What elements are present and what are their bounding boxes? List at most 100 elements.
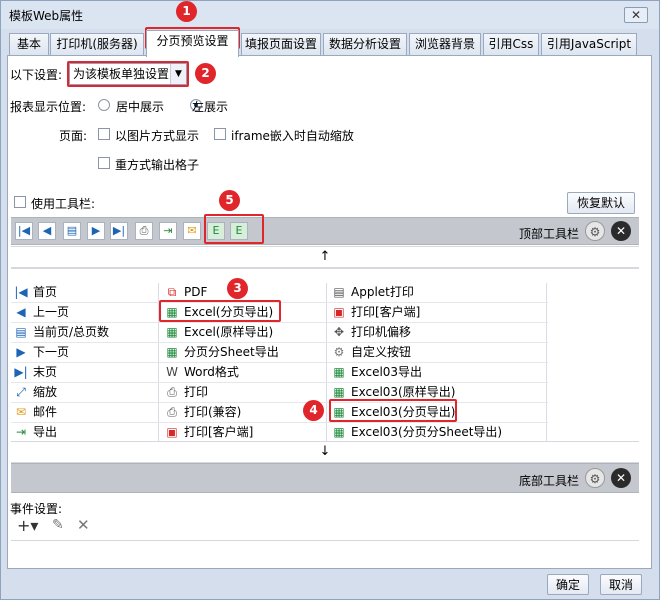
image-mode-label: 以图片方式显示: [115, 129, 200, 143]
first-page-icon: |◀: [14, 285, 28, 299]
list-item[interactable]: ▦ Excel03导出: [331, 362, 422, 382]
annotation-badge-4: 4: [303, 400, 324, 421]
page-count-icon[interactable]: ▤: [63, 222, 81, 240]
radio-center[interactable]: [98, 99, 110, 111]
excel-icon: ▦: [333, 365, 345, 379]
excel-icon: ▦: [333, 425, 345, 439]
restore-default-button[interactable]: 恢复默认: [567, 192, 635, 214]
list-item[interactable]: ▦ 分页分Sheet导出: [164, 342, 278, 362]
list-item[interactable]: ⤢ 缩放: [13, 382, 57, 402]
page-label: 页面:: [59, 129, 88, 143]
gear-icon: ⚙: [333, 345, 345, 359]
list-item[interactable]: ▦ Excel(原样导出): [164, 322, 273, 342]
cancel-button[interactable]: 取消: [600, 574, 642, 595]
last-page-icon: ▶|: [14, 365, 28, 379]
dialog-window: 模板Web属性 ✕ 基本 打印机(服务器) 分页预览设置 填报页面设置 数据分析…: [0, 0, 660, 600]
prev-page-icon[interactable]: ◀: [38, 222, 56, 240]
list-item[interactable]: |◀ 首页: [13, 282, 57, 302]
client-print-icon: ▣: [333, 305, 345, 319]
list-item[interactable]: ▦ Excel03(分页分Sheet导出): [331, 422, 502, 442]
repeat-output-label: 重方式输出格子: [115, 158, 200, 172]
mail-icon: ✉: [15, 405, 27, 419]
use-toolbar-label: 使用工具栏:: [31, 197, 96, 211]
client-print-icon: ▣: [166, 425, 178, 439]
list-item[interactable]: ✉ 邮件: [13, 402, 57, 422]
annotation-badge-1: 1: [176, 1, 197, 22]
title-bar: 模板Web属性 ✕: [1, 1, 659, 29]
print-icon[interactable]: ⎙: [135, 222, 153, 240]
top-toolbar-label: 顶部工具栏: [519, 227, 580, 241]
list-item[interactable]: ⇥ 导出: [13, 422, 57, 442]
list-item[interactable]: ⚙ 自定义按钮: [331, 342, 411, 362]
annotation-box-4: [329, 399, 457, 422]
list-item[interactable]: ▤ 当前页/总页数: [13, 322, 109, 342]
zoom-icon: ⤢: [16, 385, 26, 399]
position-label: 报表显示位置:: [10, 100, 87, 114]
annotation-box-3: [159, 300, 281, 322]
move-up-arrow[interactable]: ↑: [11, 246, 639, 268]
use-toolbar-checkbox[interactable]: [14, 196, 26, 208]
list-item[interactable]: ⧉ PDF: [164, 282, 208, 302]
settings-label: 以下设置:: [10, 68, 63, 82]
bottom-toolbar-bar: 底部工具栏 ⚙ ✕: [11, 463, 639, 493]
repeat-output-checkbox[interactable]: [98, 157, 110, 169]
excel-icon: ▦: [166, 325, 178, 339]
move-down-arrow[interactable]: ↓: [11, 441, 639, 463]
bottom-toolbar-label: 底部工具栏: [519, 474, 580, 488]
applet-print-icon: ▤: [333, 285, 345, 299]
list-item[interactable]: ▣ 打印[客户端]: [164, 422, 253, 442]
list-item[interactable]: W Word格式: [164, 362, 239, 382]
annotation-badge-3: 3: [227, 278, 248, 299]
export-icon: ⇥: [15, 425, 27, 439]
ok-button[interactable]: 确定: [547, 574, 589, 595]
annotation-badge-2: 2: [195, 63, 216, 84]
print-icon: ⎙: [167, 405, 177, 419]
radio-left-label: 左展示: [192, 100, 229, 114]
list-item[interactable]: ⎙ 打印(兼容): [164, 402, 241, 422]
events-label: 事件设置:: [10, 502, 63, 516]
list-item[interactable]: ▶ 下一页: [13, 342, 69, 362]
pdf-icon: ⧉: [167, 285, 177, 299]
gear-icon[interactable]: ⚙: [585, 468, 605, 488]
last-page-icon[interactable]: ▶|: [110, 222, 128, 240]
list-item[interactable]: ✥ 打印机偏移: [331, 322, 411, 342]
tab-javascript[interactable]: 引用JavaScript: [541, 33, 637, 55]
list-item[interactable]: ▤ Applet打印: [331, 282, 414, 302]
print-icon: ⎙: [167, 385, 177, 399]
top-toolbar-bar: |◀ ◀ ▤ ▶ ▶| ⎙ ⇥ ✉ E E 顶部工具栏 ⚙ ✕: [11, 217, 639, 245]
next-page-icon[interactable]: ▶: [87, 222, 105, 240]
next-page-icon: ▶: [16, 345, 26, 359]
tab-browser-bg[interactable]: 浏览器背景: [409, 33, 481, 55]
gear-icon[interactable]: ⚙: [585, 221, 605, 241]
list-item[interactable]: ◀ 上一页: [13, 302, 69, 322]
tab-fill-page[interactable]: 填报页面设置: [241, 33, 321, 55]
prev-page-icon: ◀: [16, 305, 26, 319]
tab-printer-server[interactable]: 打印机(服务器): [50, 33, 144, 55]
close-icon[interactable]: ✕: [611, 221, 631, 241]
excel-icon: ▦: [166, 345, 178, 359]
tab-paging-preview[interactable]: 分页预览设置: [146, 30, 239, 57]
button-list: [11, 268, 639, 441]
delete-icon[interactable]: ✕: [77, 516, 90, 534]
export-icon[interactable]: ⇥: [159, 222, 177, 240]
annotation-box-5: [204, 214, 264, 244]
annotation-box-2: [67, 61, 189, 87]
list-item[interactable]: ▣ 打印[客户端]: [331, 302, 420, 322]
page-count-icon: ▤: [15, 325, 27, 339]
tab-css[interactable]: 引用Css: [483, 33, 539, 55]
tab-basic[interactable]: 基本: [9, 33, 49, 55]
first-page-icon[interactable]: |◀: [15, 222, 33, 240]
mail-icon[interactable]: ✉: [183, 222, 201, 240]
word-icon: W: [166, 365, 178, 379]
close-icon[interactable]: ✕: [611, 468, 631, 488]
edit-icon[interactable]: ✎: [52, 517, 64, 533]
image-mode-checkbox[interactable]: [98, 128, 110, 140]
tab-data-analysis[interactable]: 数据分析设置: [323, 33, 407, 55]
list-item[interactable]: ▶| 末页: [13, 362, 57, 382]
window-title: 模板Web属性: [9, 9, 84, 23]
list-item[interactable]: ⎙ 打印: [164, 382, 208, 402]
annotation-badge-5: 5: [219, 190, 240, 211]
close-button[interactable]: ✕: [624, 7, 648, 23]
add-icon[interactable]: +▾: [17, 516, 38, 535]
iframe-scale-checkbox[interactable]: [214, 128, 226, 140]
